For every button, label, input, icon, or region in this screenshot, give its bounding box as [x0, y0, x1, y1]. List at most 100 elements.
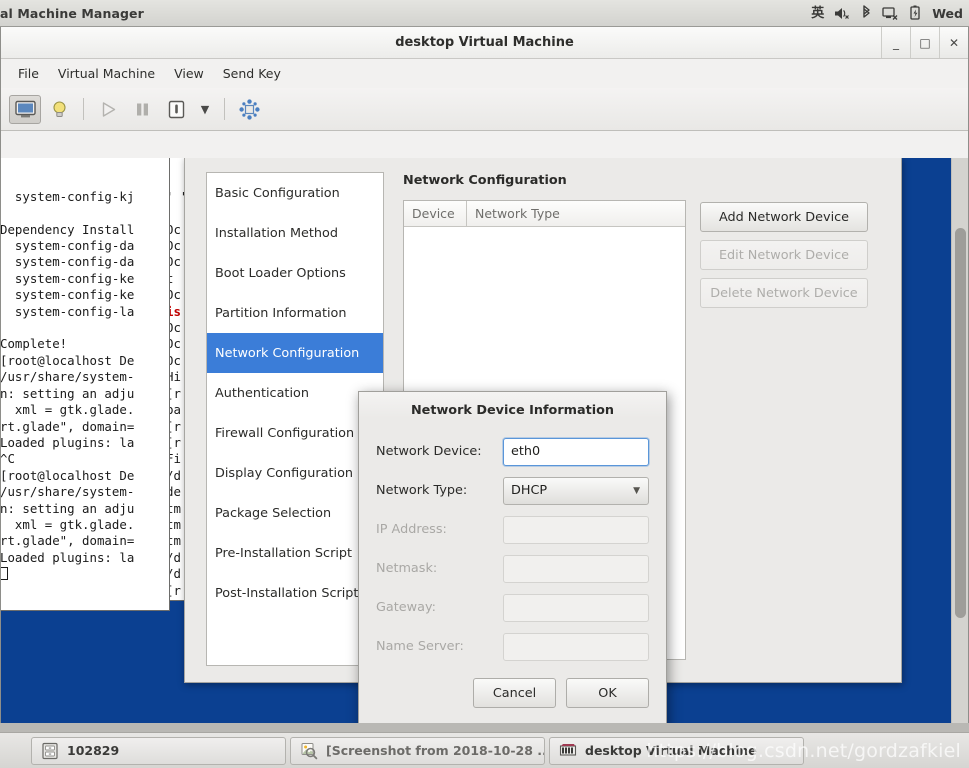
menu-view[interactable]: View: [166, 63, 212, 84]
bluetooth-icon[interactable]: [861, 5, 872, 21]
terminal-cursor-line: [1, 566, 169, 582]
image-viewer-icon: [300, 742, 318, 760]
sidebar-item-label: Authentication: [215, 385, 309, 401]
sidebar-item-label: Boot Loader Options: [215, 265, 346, 281]
fullscreen-button[interactable]: [233, 95, 265, 124]
netmask-label: Netmask:: [376, 561, 438, 576]
panel-clock[interactable]: Wed: [932, 6, 963, 21]
taskbar-label: desktop Virtual Machine: [585, 743, 757, 758]
network-device-input[interactable]: eth0: [503, 437, 649, 466]
network-device-actions: Add Network Device Edit Network Device D…: [700, 202, 868, 316]
show-console-button[interactable]: [9, 94, 41, 124]
sidebar-item-installation-method[interactable]: Installation Method: [207, 213, 383, 253]
terminal-line: /usr/share/system-: [1, 484, 135, 500]
sidebar-item-label: Post-Installation Script: [215, 585, 359, 601]
chevron-down-icon: ▼: [633, 485, 640, 496]
scrollbar-thumb[interactable]: [955, 228, 966, 618]
table-header-row: Device Network Type: [404, 201, 685, 227]
terminal-line: xml = gtk.glade.: [1, 516, 135, 532]
menu-send-key[interactable]: Send Key: [215, 63, 289, 84]
sidebar-item-label: Pre-Installation Script: [215, 545, 353, 561]
terminal-window-front[interactable]: system-config-kj Dependency Install syst…: [1, 158, 170, 611]
taskbar-upper-strip: [0, 723, 969, 732]
menu-file[interactable]: File: [10, 63, 47, 84]
terminal-line: n: setting an adju: [1, 385, 135, 401]
sidebar-item-authentication[interactable]: Authentication: [207, 373, 383, 413]
input-method-icon[interactable]: 英: [811, 7, 824, 20]
terminal-line: system-config-kj: [1, 188, 135, 204]
sidebar-item-label: Basic Configuration: [215, 185, 340, 201]
vm-window-titlebar: desktop Virtual Machine _ □ ✕: [1, 27, 968, 59]
add-network-device-button[interactable]: Add Network Device: [700, 202, 868, 232]
volume-muted-icon[interactable]: [834, 6, 851, 21]
name-server-label: Name Server:: [376, 639, 464, 654]
close-button[interactable]: ✕: [939, 27, 968, 58]
dialog-row-netmask: Netmask:: [359, 549, 666, 588]
sidebar-item-package-selection[interactable]: Package Selection: [207, 493, 383, 533]
virt-manager-icon: [559, 742, 577, 760]
terminal-line: n: setting an adju: [1, 500, 135, 516]
shutdown-button[interactable]: [160, 95, 192, 124]
terminal-line: system-config-da: [1, 238, 135, 254]
gateway-input: [503, 593, 649, 622]
taskbar-item-screenshot[interactable]: [Screenshot from 2018-10-28 ...: [290, 736, 545, 765]
sidebar-item-label: Package Selection: [215, 505, 332, 521]
sidebar-item-post-installation-script[interactable]: Post-Installation Script: [207, 573, 383, 613]
toolbar-separator: [83, 98, 84, 120]
sidebar-item-label: Network Configuration: [215, 345, 360, 361]
pause-button[interactable]: [126, 95, 158, 124]
sidebar-item-label: Partition Information: [215, 305, 347, 321]
maximize-button[interactable]: □: [910, 27, 939, 58]
network-disconnected-icon[interactable]: [882, 6, 899, 21]
sidebar-item-pre-installation-script[interactable]: Pre-Installation Script: [207, 533, 383, 573]
sidebar-item-network-configuration[interactable]: Network Configuration: [207, 333, 383, 373]
terminal-line: rt.glade", domain=: [1, 533, 135, 549]
run-button[interactable]: [92, 95, 124, 124]
vm-window-title: desktop Virtual Machine: [395, 35, 574, 50]
sidebar-item-firewall-configuration[interactable]: Firewall Configuration: [207, 413, 383, 453]
vm-guest-viewport[interactable]: ' " Oc Oc Oc t Oc is Oc Oc Oc Hi [r ba [r [r Fi/d de tm…: [1, 158, 953, 732]
ok-button[interactable]: OK: [566, 678, 649, 708]
dialog-form: Network Device: eth0 Network Type: DHCP ▼ IP …: [359, 432, 666, 666]
network-device-information-dialog: Network Device Information Network Devic…: [358, 391, 667, 731]
system-tray: 英 Wed: [811, 5, 969, 21]
dialog-actions: Cancel OK: [359, 678, 666, 708]
taskbar-item-102829[interactable]: 102829: [31, 736, 286, 765]
terminal-cursor: [1, 567, 8, 581]
window-controls: _ □ ✕: [881, 27, 968, 58]
terminal-line: [root@localhost De: [1, 467, 135, 483]
show-details-button[interactable]: [43, 95, 75, 124]
name-server-input: [503, 632, 649, 661]
column-header-network-type[interactable]: Network Type: [467, 201, 568, 226]
netmask-input: [503, 554, 649, 583]
edit-network-device-button: Edit Network Device: [700, 240, 868, 270]
menu-virtual-machine[interactable]: Virtual Machine: [50, 63, 163, 84]
battery-charging-icon[interactable]: [909, 5, 922, 21]
sidebar-item-boot-loader-options[interactable]: Boot Loader Options: [207, 253, 383, 293]
desktop-taskbar: 102829 [Screenshot from 2018-10-28 ... d…: [0, 732, 969, 768]
terminal-line: Loaded plugins: la: [1, 434, 135, 450]
taskbar-item-desktop-vm[interactable]: desktop Virtual Machine: [549, 736, 804, 765]
taskbar-label: 102829: [67, 743, 120, 758]
terminal-line: Complete!: [1, 336, 68, 352]
chevron-down-icon[interactable]: ▼: [194, 95, 216, 124]
ip-address-input: [503, 515, 649, 544]
column-header-device[interactable]: Device: [404, 201, 467, 226]
delete-network-device-button: Delete Network Device: [700, 278, 868, 308]
page-title: Network Configuration: [403, 173, 567, 188]
network-type-select[interactable]: DHCP ▼: [503, 476, 649, 505]
terminal-front-text: system-config-kj Dependency Install syst…: [1, 189, 169, 583]
terminal-line: [root@localhost De: [1, 352, 135, 368]
vm-viewport-scrollbar[interactable]: [951, 158, 968, 732]
gateway-label: Gateway:: [376, 600, 436, 615]
terminal-line: Loaded plugins: la: [1, 549, 135, 565]
cancel-button[interactable]: Cancel: [473, 678, 556, 708]
sidebar-item-basic-configuration[interactable]: Basic Configuration: [207, 173, 383, 213]
minimize-button[interactable]: _: [881, 27, 910, 58]
sidebar-item-display-configuration[interactable]: Display Configuration: [207, 453, 383, 493]
sidebar-item-partition-information[interactable]: Partition Information: [207, 293, 383, 333]
network-device-label: Network Device:: [376, 444, 482, 459]
terminal-line: xml = gtk.glade.: [1, 402, 135, 418]
vm-toolbar: ▼: [1, 88, 968, 131]
